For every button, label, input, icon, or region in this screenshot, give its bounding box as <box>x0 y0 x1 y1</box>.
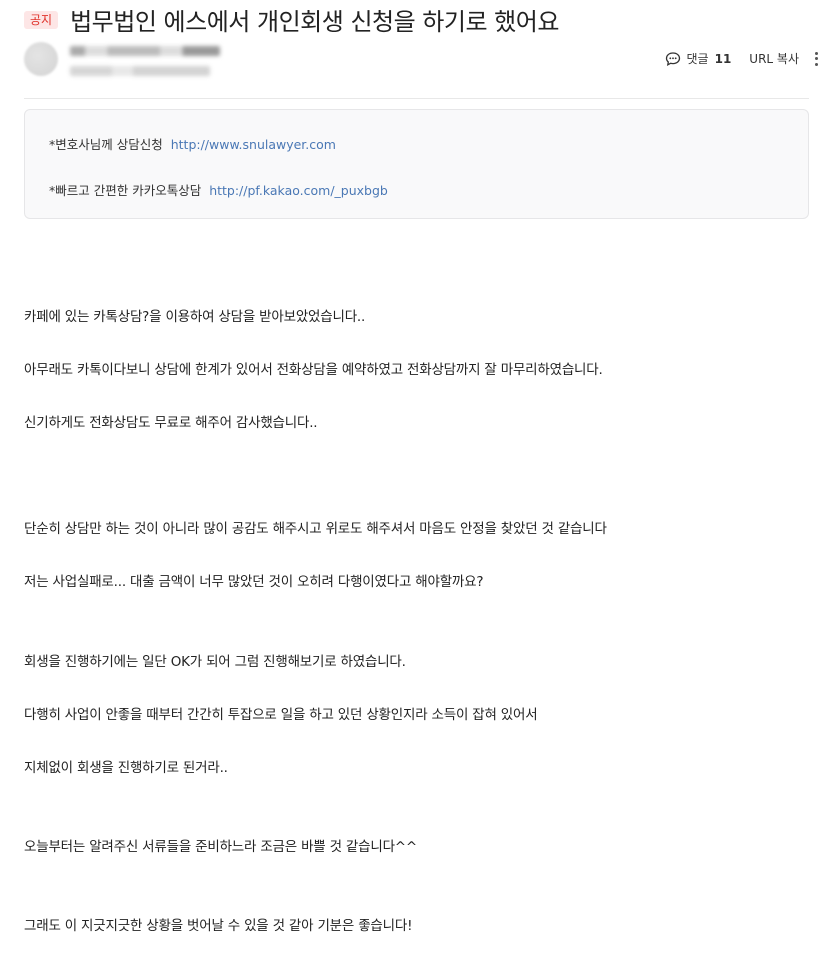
header-divider <box>24 98 809 99</box>
body-paragraph: 신기하게도 전화상담도 무료로 해주어 감사했습니다.. <box>24 415 318 431</box>
author-avatar[interactable] <box>24 42 58 76</box>
comment-label: 댓글 <box>686 52 709 66</box>
article-page: 공지 법무법인 에스에서 개인회생 신청을 하기로 했어요 댓글 11 URL … <box>0 0 835 962</box>
author-name-blurred <box>70 46 220 56</box>
body-paragraph: 지체없이 회생을 진행하기로 된거라.. <box>24 760 228 776</box>
post-actions: 댓글 11 URL 복사 <box>665 50 820 67</box>
notice-badge: 공지 <box>24 10 59 29</box>
body-paragraph: 다행히 사업이 안좋을 때부터 간간히 투잡으로 일을 하고 있던 상황인지라 … <box>24 707 538 723</box>
vertical-ellipsis-icon[interactable] <box>815 51 819 66</box>
consult-link[interactable]: http://www.snulawyer.com <box>171 137 336 152</box>
body-paragraph: 회생을 진행하기에는 일단 OK가 되어 그럼 진행해보기로 하였습니다. <box>24 654 406 670</box>
speech-bubble-icon <box>665 51 680 66</box>
comment-button[interactable]: 댓글 11 <box>665 50 750 67</box>
kakao-line: *빠르고 간편한 카카오톡상담 http://pf.kakao.com/_pux… <box>49 180 388 199</box>
body-paragraph: 아무래도 카톡이다보니 상담에 한계가 있어서 전화상담을 예약하였고 전화상담… <box>24 362 603 378</box>
title-row: 공지 법무법인 에스에서 개인회생 신청을 하기로 했어요 <box>24 2 559 37</box>
body-paragraph: 카페에 있는 카톡상담?을 이용하여 상담을 받아보았었습니다.. <box>24 309 366 325</box>
body-paragraph: 그래도 이 지긋지긋한 상황을 벗어날 수 있을 것 같아 기분은 좋습니다! <box>24 918 413 934</box>
comment-count: 11 <box>714 51 732 66</box>
author-info[interactable] <box>24 40 230 80</box>
kakao-link[interactable]: http://pf.kakao.com/_puxbgb <box>209 183 388 198</box>
consult-label: *변호사님께 상담신청 <box>49 137 163 152</box>
consult-line: *변호사님께 상담신청 http://www.snulawyer.com <box>49 134 336 153</box>
body-paragraph: 오늘부터는 알려주신 서류들을 준비하느라 조금은 바쁠 것 같습니다^^ <box>24 839 418 855</box>
body-paragraph: 단순히 상담만 하는 것이 아니라 많이 공감도 해주시고 위로도 해주셔서 마… <box>24 521 607 537</box>
post-date-blurred <box>70 66 210 76</box>
kakao-label: *빠르고 간편한 카카오톡상담 <box>49 183 202 198</box>
url-copy-button[interactable]: URL 복사 <box>749 50 799 67</box>
body-paragraph: 저는 사업실패로... 대출 금액이 너무 많았던 것이 오히려 다행이였다고 … <box>24 574 484 590</box>
contact-info-box: *변호사님께 상담신청 http://www.snulawyer.com *빠르… <box>24 109 809 219</box>
post-title: 법무법인 에스에서 개인회생 신청을 하기로 했어요 <box>70 8 559 36</box>
